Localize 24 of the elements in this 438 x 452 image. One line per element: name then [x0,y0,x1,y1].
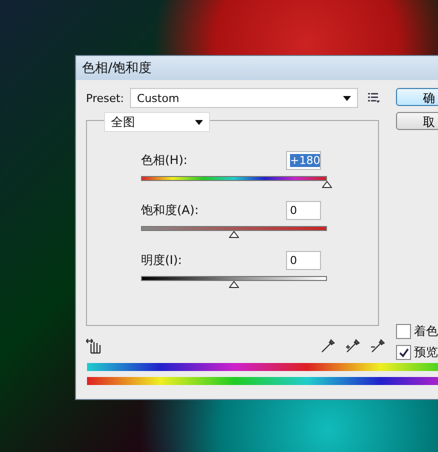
checkbox[interactable] [396,345,411,360]
eyedropper-minus-icon[interactable] [370,338,386,354]
value-field[interactable]: 0 [286,201,321,220]
caret-icon [343,96,352,100]
checkbox[interactable] [396,324,411,339]
eyedropper-icon[interactable] [320,338,336,354]
checkmark-icon [398,348,408,358]
preset-label: Preset: [86,92,124,104]
dialog-button[interactable]: 取 [396,112,438,130]
window-title: 色相/饱和度 [82,60,152,77]
value-field[interactable]: +180 [286,151,321,170]
preset-dropdown[interactable]: Custom [130,88,358,108]
value-field[interactable]: 0 [286,251,321,270]
caret-icon [195,120,203,124]
slider-thumb[interactable] [322,181,332,188]
checkbox-label: 预览 [414,344,438,361]
slider-label: 明度(I): [141,252,182,269]
dialog-button[interactable]: 确 [396,88,438,106]
preset-options-icon[interactable] [368,93,380,103]
slider-label: 色相(H): [141,152,188,169]
slider-label: 饱和度(A): [141,202,199,219]
edit-dropdown[interactable]: 全图 [104,112,210,132]
eyedropper-plus-icon[interactable] [345,338,361,354]
checkbox-label: 着色 [414,323,438,340]
